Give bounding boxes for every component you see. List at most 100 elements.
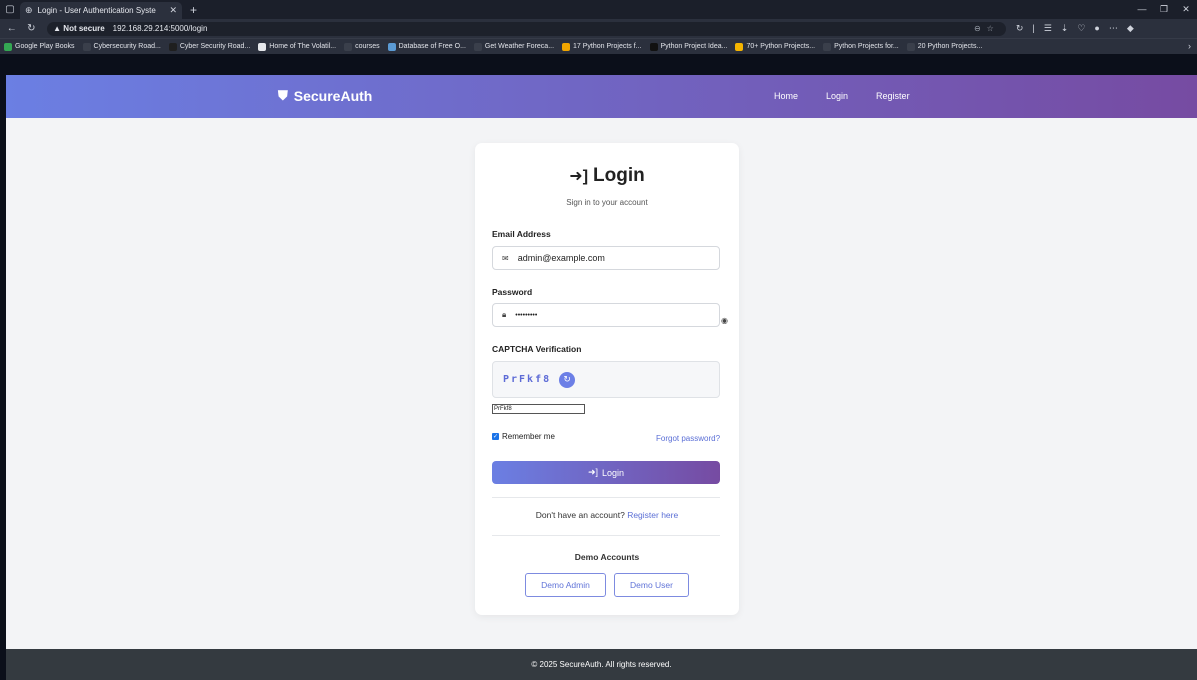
remember-checkbox[interactable]: ✓ <box>492 433 499 440</box>
not-secure-indicator[interactable]: ▲ Not secure <box>53 24 105 33</box>
bookmark-favicon-icon <box>823 42 832 51</box>
site-footer: © 2025 SecureAuth. All rights reserved. <box>6 649 1197 680</box>
bookmark-label: Cyber Security Road... <box>179 43 251 50</box>
bookmarks-overflow-icon[interactable]: › <box>1188 41 1191 51</box>
login-title-text: Login <box>593 165 645 186</box>
window-controls: — ❐ ✕ <box>1131 0 1197 19</box>
login-title: ➜] Login <box>475 165 739 187</box>
nav-login-link[interactable]: Login <box>826 91 848 101</box>
bookmark-favicon-icon <box>906 42 915 51</box>
bookmark-label: Get Weather Foreca... <box>484 43 555 50</box>
brand-name: SecureAuth <box>293 88 373 104</box>
minimize-icon[interactable]: — <box>1131 0 1153 19</box>
url-field[interactable]: ▲ Not secure 192.168.29.214:5000/login ⊖… <box>47 21 1006 36</box>
email-label: Email Address <box>492 229 551 239</box>
bookmark-label: Database of Free O... <box>398 43 466 50</box>
bookmark-favicon-icon <box>258 42 267 51</box>
refresh-captcha-icon[interactable]: ↻ <box>559 371 576 388</box>
bookmark-item[interactable]: Get Weather Foreca... <box>473 42 555 51</box>
bookmark-item[interactable]: Cybersecurity Road... <box>82 42 161 51</box>
nav-home-link[interactable]: Home <box>774 91 798 101</box>
divider <box>492 497 720 498</box>
close-window-icon[interactable]: ✕ <box>1175 0 1197 19</box>
lock-icon: 🔒︎ <box>502 310 507 319</box>
login-subtitle: Sign in to your account <box>566 198 648 207</box>
bookmark-label: 70+ Python Projects... <box>746 43 816 50</box>
bookmark-item[interactable]: Python Projects for... <box>823 42 899 51</box>
refresh-icon[interactable]: ↻ <box>24 23 40 34</box>
security-label: Not secure <box>63 24 105 33</box>
new-tab-button[interactable]: + <box>190 3 197 17</box>
bookmark-item[interactable]: courses <box>344 42 380 51</box>
bookmark-label: Python Projects for... <box>834 43 899 50</box>
no-account-text: Don't have an account? <box>535 510 625 520</box>
email-field[interactable]: ✉ admin@example.com <box>492 246 720 270</box>
captcha-input[interactable]: PrFkf8 <box>492 404 585 414</box>
demo-admin-button[interactable]: Demo Admin <box>525 573 606 597</box>
restore-icon[interactable]: ❐ <box>1153 0 1175 19</box>
tab-title: Login - User Authentication Syste <box>37 6 156 15</box>
bookmark-favicon-icon <box>562 42 571 51</box>
password-label: Password <box>492 287 533 297</box>
bookmark-favicon-icon <box>168 42 177 51</box>
divider <box>492 535 720 536</box>
nav-register-link[interactable]: Register <box>876 91 910 101</box>
password-field[interactable]: 🔒︎ ••••••••• <box>492 303 720 327</box>
demo-accounts-title: Demo Accounts <box>574 552 640 562</box>
email-value: admin@example.com <box>517 253 605 263</box>
envelope-icon: ✉ <box>502 253 509 263</box>
back-icon[interactable]: ← <box>4 23 20 34</box>
bookmark-item[interactable]: 20 Python Projects... <box>906 42 983 51</box>
bookmark-label: 20 Python Projects... <box>917 43 983 50</box>
toggle-password-icon[interactable]: ◉ <box>721 316 728 325</box>
remember-me[interactable]: ✓ Remember me <box>492 432 555 441</box>
bookmark-item[interactable]: Database of Free O... <box>387 42 466 51</box>
bookmark-favicon-icon <box>82 42 91 51</box>
bookmark-item[interactable]: 17 Python Projects f... <box>562 42 642 51</box>
password-value: ••••••••• <box>515 311 538 319</box>
sign-in-icon: ➜] <box>569 168 589 185</box>
bookmark-label: Python Project Idea... <box>660 43 728 50</box>
tab-actions-icon[interactable]: ▢ <box>0 0 20 19</box>
sign-in-icon: ➜] <box>587 467 598 477</box>
login-button[interactable]: ➜] Login <box>492 461 720 484</box>
bookmark-label: 17 Python Projects f... <box>573 43 642 50</box>
login-button-label: Login <box>602 467 625 478</box>
register-link[interactable]: Register here <box>627 510 678 520</box>
bookmark-label: Google Play Books <box>15 43 75 50</box>
browser-tab[interactable]: ⊕ Login - User Authentication Syste ✕ <box>20 2 182 19</box>
bookmark-favicon-icon <box>387 42 396 51</box>
bookmark-item[interactable]: Google Play Books <box>4 42 75 51</box>
nav-links: Home Login Register <box>774 91 938 101</box>
close-tab-icon[interactable]: ✕ <box>169 5 177 16</box>
captcha-label: CAPTCHA Verification <box>492 344 582 354</box>
captcha-code: PrFkf8 <box>503 374 552 385</box>
demo-user-button[interactable]: Demo User <box>614 573 689 597</box>
bookmark-item[interactable]: Python Project Idea... <box>649 42 728 51</box>
bookmark-favicon-icon <box>4 42 12 51</box>
register-prompt: Don't have an account? Register here <box>475 510 739 520</box>
url-action-icons[interactable]: ⊖☆ <box>974 24 1000 33</box>
bookmark-favicon-icon <box>473 42 482 51</box>
bookmark-label: courses <box>355 43 380 50</box>
bookmarks-bar: Google Play Books Cybersecurity Road... Cy… <box>0 38 1197 54</box>
site-navbar: ⛊ SecureAuth Home Login Register <box>6 75 1197 118</box>
address-bar-row: ← ↻ ▲ Not secure 192.168.29.214:5000/log… <box>0 19 1197 38</box>
captcha-box: PrFkf8 ↻ <box>492 361 720 398</box>
forgot-password-link[interactable]: Forgot password? <box>656 434 720 443</box>
bookmark-favicon-icon <box>735 42 744 51</box>
bookmark-favicon-icon <box>649 42 658 51</box>
remember-label: Remember me <box>502 432 555 441</box>
shield-icon: ⛊ <box>278 88 288 103</box>
url-text: 192.168.29.214:5000/login <box>112 24 208 33</box>
bookmark-label: Home of The Volatil... <box>269 43 337 50</box>
brand-logo[interactable]: ⛊ SecureAuth <box>278 88 372 104</box>
globe-icon: ⊕ <box>25 5 33 15</box>
bookmark-item[interactable]: Cyber Security Road... <box>168 42 251 51</box>
bookmark-favicon-icon <box>344 42 353 51</box>
bookmark-item[interactable]: Home of The Volatil... <box>258 42 337 51</box>
login-card: ➜] Login Sign in to your account Email A… <box>475 143 739 615</box>
browser-toolbar-icons[interactable]: ↻|☰⇣♡●⋯◆ <box>1016 23 1197 34</box>
browser-tab-bar: ▢ ⊕ Login - User Authentication Syste ✕ … <box>0 0 1197 19</box>
bookmark-item[interactable]: 70+ Python Projects... <box>735 42 816 51</box>
